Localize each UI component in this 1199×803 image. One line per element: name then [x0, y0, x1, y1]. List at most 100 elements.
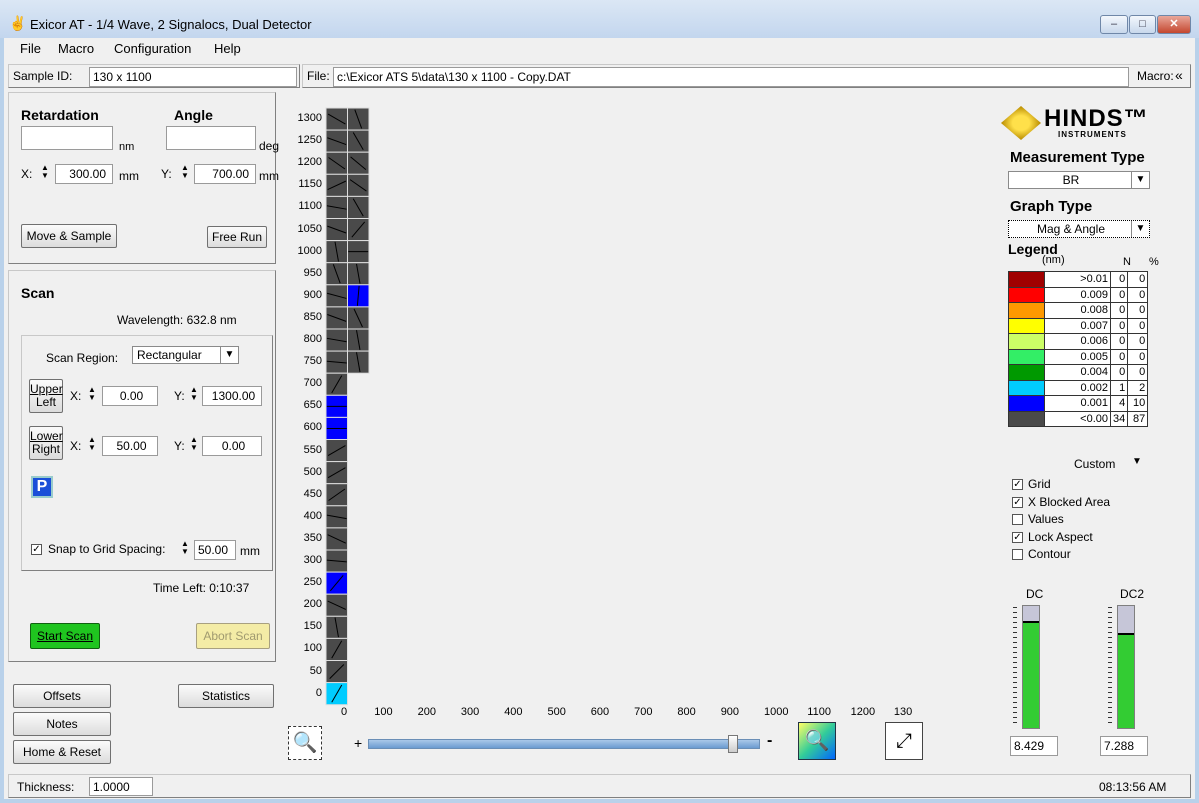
option-checkbox[interactable]: [1012, 549, 1023, 560]
ul-y-input[interactable]: 1300.00: [202, 386, 262, 406]
map-cell[interactable]: [325, 660, 348, 684]
map-cell[interactable]: [325, 306, 348, 330]
lr-x-input[interactable]: 50.00: [102, 436, 158, 456]
map-cell[interactable]: [325, 682, 348, 706]
lr-x-spinner-icon[interactable]: ▲ ▼: [86, 436, 98, 454]
x-spinner-icon[interactable]: ▲ ▼: [39, 164, 51, 182]
option-checkbox[interactable]: [1012, 514, 1023, 525]
measurement-map[interactable]: 1300 1250 1200 1150 1100 1050 1000 950 900 850 800…: [284, 96, 984, 772]
map-cell[interactable]: [325, 350, 348, 374]
map-cell[interactable]: [325, 483, 348, 507]
ul-y-spinner-icon[interactable]: ▲ ▼: [188, 386, 200, 404]
option-checkbox[interactable]: ✓: [1012, 479, 1023, 490]
start-scan-button[interactable]: Start Scan: [30, 623, 100, 649]
map-cell[interactable]: [347, 328, 370, 352]
scan-region-select[interactable]: Rectangular ▼: [132, 346, 239, 364]
lr-y-spinner-icon[interactable]: ▲ ▼: [188, 436, 200, 454]
close-button[interactable]: ✕: [1157, 15, 1191, 34]
thickness-input[interactable]: 1.0000: [89, 777, 153, 796]
zoom-fit-icon[interactable]: ⤢: [885, 722, 923, 760]
retardation-field[interactable]: [21, 126, 113, 150]
ul-x-spinner-icon[interactable]: ▲ ▼: [86, 386, 98, 404]
map-cell[interactable]: [347, 173, 370, 197]
legend-swatch[interactable]: [1008, 302, 1045, 319]
map-cell[interactable]: [347, 240, 370, 264]
menu-file[interactable]: File: [20, 41, 41, 56]
legend-swatch[interactable]: [1008, 333, 1045, 350]
maximize-button[interactable]: □: [1129, 15, 1156, 34]
map-cell[interactable]: [325, 173, 348, 197]
map-grid[interactable]: [284, 96, 984, 716]
map-cell[interactable]: [325, 571, 348, 595]
graph-type-select[interactable]: Mag & Angle ▼: [1008, 220, 1150, 238]
menu-configuration[interactable]: Configuration: [114, 41, 191, 56]
map-cell[interactable]: [347, 151, 370, 175]
lower-right-button[interactable]: Lower Right: [29, 426, 63, 460]
measurement-type-select[interactable]: BR ▼: [1008, 171, 1150, 189]
option-checkbox[interactable]: ✓: [1012, 531, 1023, 543]
map-cell[interactable]: [325, 615, 348, 639]
offsets-button[interactable]: Offsets: [13, 684, 111, 708]
map-cell[interactable]: [325, 461, 348, 485]
map-cell[interactable]: [347, 306, 370, 330]
map-cell[interactable]: [347, 350, 370, 374]
legend-swatch[interactable]: [1008, 348, 1045, 365]
custom-chevron-down-icon[interactable]: ▼: [1132, 456, 1142, 467]
menu-help[interactable]: Help: [214, 41, 241, 56]
map-cell[interactable]: [325, 416, 348, 440]
map-cell[interactable]: [325, 284, 348, 308]
map-cell[interactable]: [347, 284, 370, 308]
zoom-region-icon[interactable]: 🔍: [288, 726, 322, 760]
legend-swatch[interactable]: [1008, 395, 1045, 412]
map-cell[interactable]: [347, 107, 370, 131]
zoom-slider-track[interactable]: [368, 739, 760, 749]
upper-left-button[interactable]: Upper Left: [29, 379, 63, 413]
lr-y-input[interactable]: 0.00: [202, 436, 262, 456]
map-cell[interactable]: [347, 129, 370, 153]
map-cell[interactable]: [325, 151, 348, 175]
free-run-button[interactable]: Free Run: [207, 226, 267, 248]
map-cell[interactable]: [325, 637, 348, 662]
move-sample-button[interactable]: Move & Sample: [21, 224, 117, 248]
map-cell[interactable]: [347, 218, 370, 242]
map-cell[interactable]: [325, 129, 348, 153]
map-cell[interactable]: [325, 439, 348, 463]
custom-label[interactable]: Custom: [1074, 457, 1115, 471]
zoom-colormap-icon[interactable]: 🔍: [798, 722, 836, 760]
home-reset-button[interactable]: Home & Reset: [13, 740, 111, 764]
map-cell[interactable]: [325, 505, 348, 529]
y-position-input[interactable]: 700.00: [194, 164, 256, 184]
statistics-button[interactable]: Statistics: [178, 684, 274, 708]
snap-grid-checkbox[interactable]: ✓: [31, 544, 42, 555]
abort-scan-button[interactable]: Abort Scan: [196, 623, 270, 649]
file-path-input[interactable]: c:\Exicor ATS 5\data\130 x 1100 - Copy.D…: [333, 67, 1129, 87]
legend-swatch[interactable]: [1008, 317, 1045, 334]
menu-macro[interactable]: Macro: [58, 41, 94, 56]
legend-swatch[interactable]: [1008, 410, 1045, 427]
map-cell[interactable]: [325, 262, 348, 286]
ul-x-input[interactable]: 0.00: [102, 386, 158, 406]
map-cell[interactable]: [325, 240, 348, 264]
map-cell[interactable]: [325, 218, 348, 242]
map-cell[interactable]: [325, 394, 348, 418]
legend-swatch[interactable]: [1008, 271, 1045, 288]
y-spinner-icon[interactable]: ▲ ▼: [179, 164, 191, 182]
map-cell[interactable]: [325, 328, 348, 352]
map-cell[interactable]: [325, 107, 348, 131]
x-position-input[interactable]: 300.00: [55, 164, 113, 184]
option-checkbox[interactable]: ✓: [1012, 496, 1023, 508]
legend-swatch[interactable]: [1008, 364, 1045, 381]
map-cell[interactable]: [325, 195, 348, 220]
macro-expand-icon[interactable]: «: [1175, 67, 1183, 83]
snap-spinner-icon[interactable]: ▲ ▼: [179, 540, 191, 558]
legend-swatch[interactable]: [1008, 286, 1045, 303]
sample-id-input[interactable]: 130 x 1100: [89, 67, 297, 87]
map-cell[interactable]: [347, 262, 370, 286]
map-cell[interactable]: [325, 549, 348, 573]
map-cell[interactable]: [325, 372, 348, 396]
map-cell[interactable]: [325, 527, 348, 551]
snap-spacing-input[interactable]: 50.00: [194, 540, 236, 560]
angle-field[interactable]: [166, 126, 256, 150]
p-icon[interactable]: P: [31, 476, 53, 498]
legend-swatch[interactable]: [1008, 379, 1045, 396]
